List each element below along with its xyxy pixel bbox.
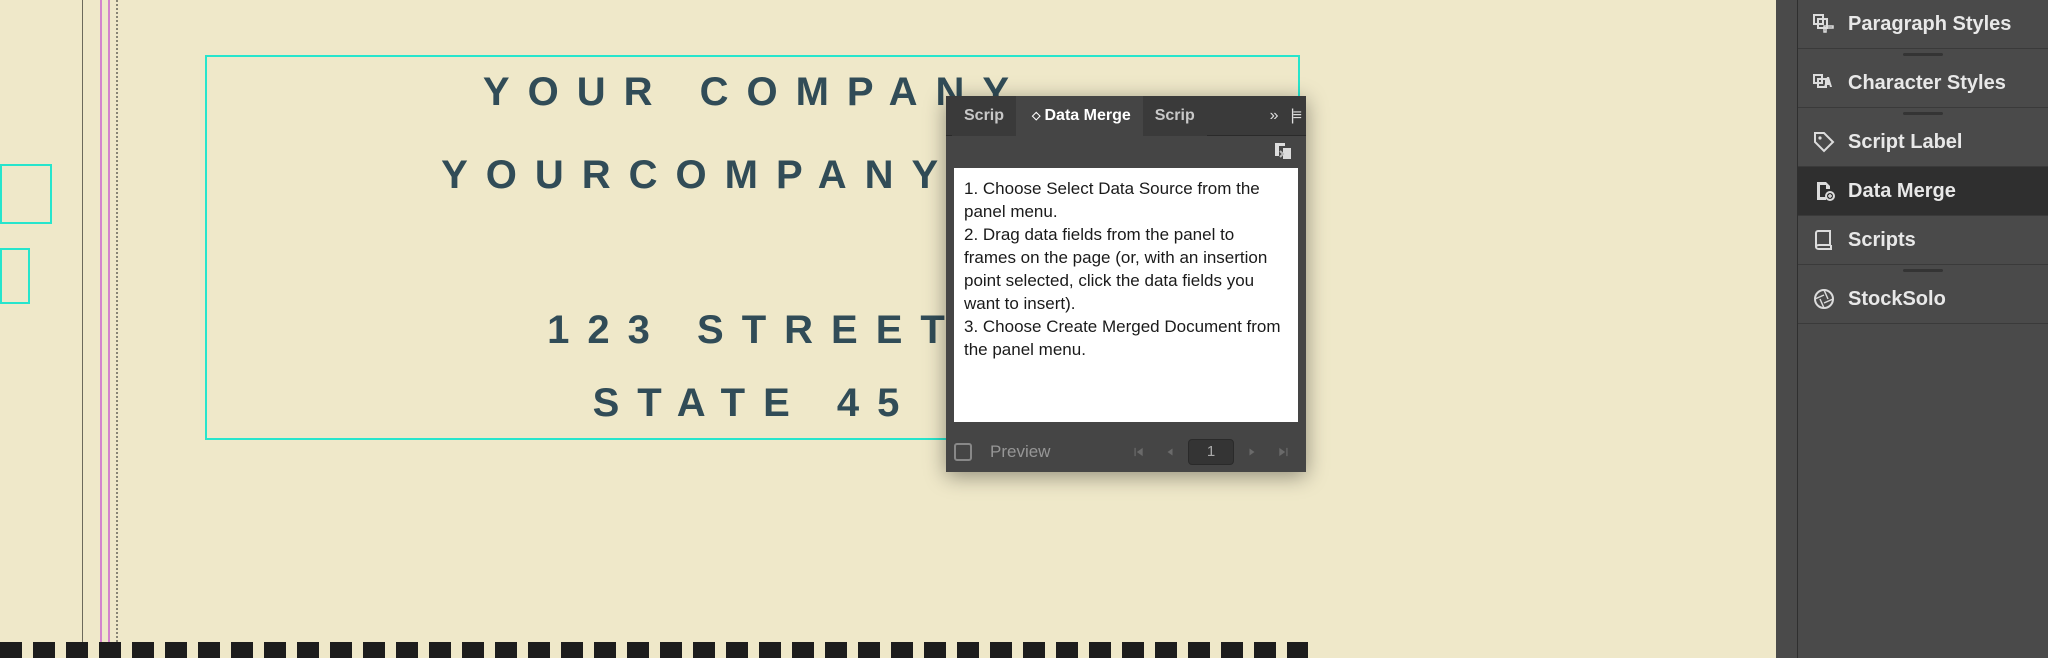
last-record-button[interactable] [1270, 439, 1298, 465]
dock-item-label: Paragraph Styles [1848, 13, 2011, 36]
tag-icon [1812, 130, 1836, 154]
panel-menu-icon[interactable]: |≡ [1291, 107, 1301, 125]
preview-label: Preview [984, 442, 1112, 462]
dock-script-label[interactable]: Script Label [1798, 118, 2048, 167]
panel-instructions: 1. Choose Select Data Source from the pa… [954, 168, 1298, 422]
panel-dock-strip[interactable] [1776, 0, 1798, 658]
character-styles-icon [1812, 71, 1836, 95]
dock-stocksolo[interactable]: StockSolo [1798, 275, 2048, 324]
record-pager: 1 [1124, 439, 1298, 465]
data-merge-panel[interactable]: Scrip ◇ Data Merge Scrip » |≡ 1. Choose … [946, 96, 1306, 472]
instruction-step-1: 1. Choose Select Data Source from the pa… [964, 178, 1288, 224]
panel-grip[interactable] [1798, 108, 2048, 118]
horizontal-ruler [0, 642, 1308, 658]
scripts-icon [1812, 228, 1836, 252]
next-record-button[interactable] [1238, 439, 1266, 465]
tab-scripts[interactable]: Scrip [1143, 96, 1207, 136]
tab-label-active: Data Merge [1044, 107, 1130, 125]
dock-item-label: Script Label [1848, 131, 1962, 154]
aperture-icon [1812, 287, 1836, 311]
instruction-step-3: 3. Choose Create Merged Document from th… [964, 316, 1288, 362]
dock-data-merge[interactable]: Data Merge [1798, 167, 2048, 216]
create-merged-document-icon[interactable] [1270, 142, 1296, 160]
dock-character-styles[interactable]: Character Styles [1798, 59, 2048, 108]
panel-tab-bar: Scrip ◇ Data Merge Scrip » |≡ [946, 96, 1306, 136]
panel-expand-icon[interactable]: » [1270, 107, 1279, 125]
data-merge-icon [1812, 179, 1836, 203]
sort-indicator-icon: ◇ [1032, 109, 1040, 122]
dock-paragraph-styles[interactable]: Paragraph Styles [1798, 0, 2048, 49]
tab-script-label[interactable]: Scrip [952, 96, 1016, 136]
panel-grip[interactable] [1798, 265, 2048, 275]
panel-footer: Preview 1 [946, 432, 1306, 472]
panel-grip[interactable] [1798, 49, 2048, 59]
tab-data-merge[interactable]: ◇ Data Merge [1016, 96, 1143, 136]
instruction-step-2: 2. Drag data fields from the panel to fr… [964, 224, 1288, 316]
dock-item-label: Character Styles [1848, 72, 2006, 95]
ruler-line [116, 0, 118, 658]
ruler-line [82, 0, 83, 658]
right-panel-dock: Paragraph Styles Character Styles Script… [1798, 0, 2048, 658]
text-frame-small[interactable] [0, 164, 52, 224]
first-record-button[interactable] [1124, 439, 1152, 465]
dock-item-label: Data Merge [1848, 180, 1956, 203]
dock-item-label: StockSolo [1848, 288, 1946, 311]
guide-vertical[interactable] [108, 0, 110, 658]
text-frame-small[interactable] [0, 248, 30, 304]
paragraph-styles-icon [1812, 12, 1836, 36]
dock-item-label: Scripts [1848, 229, 1916, 252]
prev-record-button[interactable] [1156, 439, 1184, 465]
guide-vertical[interactable] [100, 0, 102, 658]
dock-scripts[interactable]: Scripts [1798, 216, 2048, 265]
record-number-input[interactable]: 1 [1188, 439, 1234, 465]
preview-checkbox[interactable] [954, 443, 972, 461]
